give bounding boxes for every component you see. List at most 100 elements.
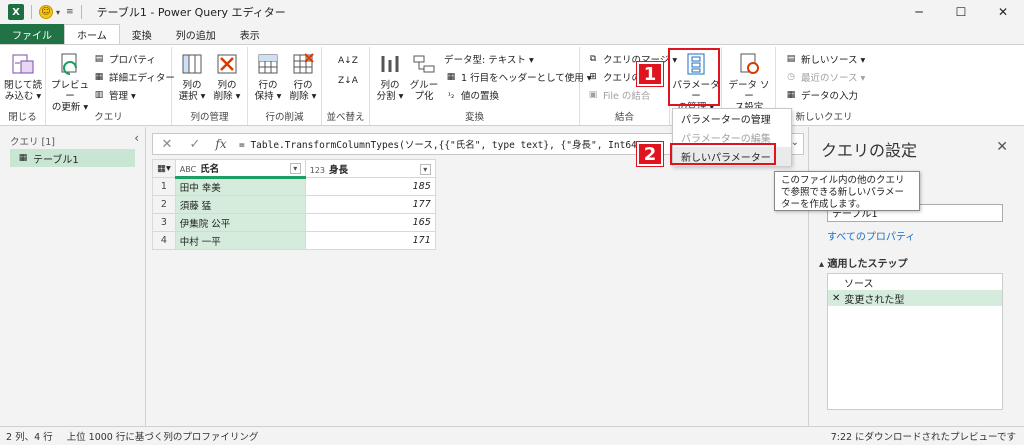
status-profiling[interactable]: 上位 1000 行に基づく列のプロファイリング xyxy=(67,429,259,443)
collapse-pane-icon[interactable]: ‹ xyxy=(134,131,139,145)
cell-name[interactable]: 中村 一平 xyxy=(174,231,306,250)
manage-icon: ▥ xyxy=(94,90,104,100)
remove-columns-button[interactable]: 列の 削除 ▾ xyxy=(210,51,244,102)
column-header-height[interactable]: 123 身長 ▾ xyxy=(304,159,436,178)
group-by-icon xyxy=(411,51,437,77)
formula-input[interactable]: = Table.TransformColumnTypes(ソース,{{"氏名",… xyxy=(239,137,637,151)
combine-group: ⧉ クエリのマージ ▾ ⊞ クエリの ▣ File の結合 結合 xyxy=(580,47,677,125)
properties-icon: ▤ xyxy=(94,54,104,64)
grid-menu-icon[interactable]: ▦▾ xyxy=(152,159,176,178)
transform-group: 列の 分割 ▾ グルー プ化 データ型: テキスト ▾ ▦ 1 行目をヘッダーとし… xyxy=(370,47,592,125)
menu-item-manage-parameters[interactable]: パラメーターの管理 xyxy=(673,109,791,128)
filter-dropdown-icon[interactable]: ▾ xyxy=(289,163,301,174)
enter-data-button[interactable]: ▦ データの入力 xyxy=(784,87,858,103)
ribbon: 閉じて読 み込む ▾ 閉じる プレビュー の更新 ▾ ▤ プロパティ ▦ 詳細エディ… xyxy=(0,44,1024,126)
close-and-load-button[interactable]: 閉じて読 み込む ▾ xyxy=(4,51,42,102)
delete-step-icon[interactable]: ✕ xyxy=(832,293,840,304)
table-header-icon: ▦ xyxy=(446,72,456,82)
text-type-icon[interactable]: ABC xyxy=(180,165,196,174)
remove-columns-icon xyxy=(214,51,240,77)
window-title: テーブル1 - Power Query エディター xyxy=(96,6,286,19)
minimize-button[interactable]: ─ xyxy=(898,0,940,24)
chevron-down-icon[interactable]: ▾ xyxy=(56,8,60,17)
merge-queries-button[interactable]: ⧉ クエリのマージ ▾ xyxy=(586,51,677,67)
row-reduce-group: 行の 保持 ▾ 行の 削除 ▾ 行の削減 xyxy=(248,47,322,125)
tab-add-column[interactable]: 列の追加 xyxy=(164,24,228,44)
append-queries-button[interactable]: ⊞ クエリの xyxy=(586,69,641,85)
close-load-icon xyxy=(10,51,36,77)
cell-height[interactable]: 177 xyxy=(304,195,436,214)
all-properties-link[interactable]: すべてのプロパティ xyxy=(827,228,915,243)
tooltip: このファイル内の他のクエリで参照できる新しいパラメーターを作成します。 xyxy=(774,171,920,211)
fx-icon[interactable]: fx xyxy=(209,137,233,151)
query-group: プレビュー の更新 ▾ ▤ プロパティ ▦ 詳細エディター ▥ 管理 ▾ クエリ xyxy=(46,47,175,125)
remove-rows-button[interactable]: 行の 削除 ▾ xyxy=(286,51,320,102)
smiley-icon[interactable]: ☺ xyxy=(39,5,53,19)
use-first-row-as-headers-button[interactable]: ▦ 1 行目をヘッダーとして使用 ▾ xyxy=(444,69,592,85)
cancel-formula-icon[interactable]: ✕ xyxy=(153,137,181,152)
number-type-icon[interactable]: 123 xyxy=(310,166,325,175)
sort-descending-button[interactable]: Z↓A xyxy=(338,73,358,89)
tab-home[interactable]: ホーム xyxy=(64,24,120,44)
divider xyxy=(31,5,32,19)
replace-values-button[interactable]: ¹₂ 値の置換 xyxy=(444,87,499,103)
choose-columns-button[interactable]: 列の 選択 ▾ xyxy=(176,51,208,102)
filter-dropdown-icon[interactable]: ▾ xyxy=(419,163,431,175)
step-item[interactable]: ✕ 変更された型 xyxy=(828,290,1002,306)
new-source-button[interactable]: ▤ 新しいソース ▾ xyxy=(784,51,866,67)
data-grid: ▦▾ ABC 氏名 ▾ 123 身長 ▾ 1 田中 幸美 185 2 須藤 猛 17… xyxy=(152,159,436,250)
datasource-settings-icon xyxy=(736,51,762,77)
keep-rows-button[interactable]: 行の 保持 ▾ xyxy=(252,51,284,102)
recent-sources-button: ◷ 最近のソース ▾ xyxy=(784,69,865,85)
header-row: ▦▾ ABC 氏名 ▾ 123 身長 ▾ xyxy=(152,159,436,179)
datasource-settings-button[interactable]: データ ソー ス設定 xyxy=(726,51,772,113)
tab-transform[interactable]: 変換 xyxy=(120,24,164,44)
close-icon[interactable]: ✕ xyxy=(996,139,1008,155)
customize-quick-access-icon[interactable]: ≡ xyxy=(66,7,74,17)
tab-file[interactable]: ファイル xyxy=(0,24,64,44)
table-row: 3 伊集院 公平 165 xyxy=(152,213,436,232)
status-bar: 2 列、4 行 上位 1000 行に基づく列のプロファイリング 7:22 にダウ… xyxy=(0,426,1024,445)
close-group: 閉じて読 み込む ▾ 閉じる xyxy=(0,47,46,125)
sort-ascending-icon: A↓Z xyxy=(338,56,358,66)
step-item[interactable]: ソース xyxy=(828,274,1002,290)
tab-view[interactable]: 表示 xyxy=(228,24,272,44)
column-header-name[interactable]: ABC 氏名 ▾ xyxy=(174,159,306,179)
title-bar: X ☺ ▾ ≡ テーブル1 - Power Query エディター ─ ☐ ✕ xyxy=(0,0,1024,24)
combine-files-button: ▣ File の結合 xyxy=(586,87,651,103)
table-row: 2 須藤 猛 177 xyxy=(152,195,436,214)
query-item[interactable]: ▦ テーブル1 xyxy=(10,149,135,167)
split-column-icon xyxy=(377,51,403,77)
cell-name[interactable]: 田中 幸美 xyxy=(174,177,306,196)
step-badge-1: 1 xyxy=(637,62,663,86)
table-row: 1 田中 幸美 185 xyxy=(152,177,436,196)
cell-name[interactable]: 伊集院 公平 xyxy=(174,213,306,232)
table-icon: ▦ xyxy=(18,153,28,163)
cell-name[interactable]: 須藤 猛 xyxy=(174,195,306,214)
data-type-dropdown[interactable]: データ型: テキスト ▾ xyxy=(444,51,534,67)
split-column-button[interactable]: 列の 分割 ▾ xyxy=(374,51,406,102)
commit-formula-icon[interactable]: ✓ xyxy=(181,137,209,152)
enter-data-icon: ▦ xyxy=(786,90,796,100)
close-window-button[interactable]: ✕ xyxy=(982,0,1024,24)
properties-button[interactable]: ▤ プロパティ xyxy=(92,51,156,67)
divider xyxy=(80,5,82,19)
replace-icon: ¹₂ xyxy=(447,90,455,100)
sort-ascending-button[interactable]: A↓Z xyxy=(338,53,358,69)
cell-height[interactable]: 185 xyxy=(304,177,436,196)
sort-group: A↓Z Z↓A 並べ替え xyxy=(322,47,370,125)
merge-icon: ⧉ xyxy=(589,54,597,64)
step-badge-2: 2 xyxy=(637,142,663,166)
highlight-manage-params xyxy=(668,48,720,106)
maximize-button[interactable]: ☐ xyxy=(940,0,982,24)
advanced-editor-button[interactable]: ▦ 詳細エディター xyxy=(92,69,175,85)
cell-height[interactable]: 171 xyxy=(304,231,436,250)
manage-button[interactable]: ▥ 管理 ▾ xyxy=(92,87,136,103)
group-by-button[interactable]: グルー プ化 xyxy=(408,51,440,102)
keep-rows-icon xyxy=(255,51,281,77)
excel-icon: X xyxy=(8,4,24,20)
append-icon: ⊞ xyxy=(589,72,597,82)
cell-height[interactable]: 165 xyxy=(304,213,436,232)
highlight-new-parameter xyxy=(670,143,776,165)
refresh-preview-button[interactable]: プレビュー の更新 ▾ xyxy=(50,51,90,113)
